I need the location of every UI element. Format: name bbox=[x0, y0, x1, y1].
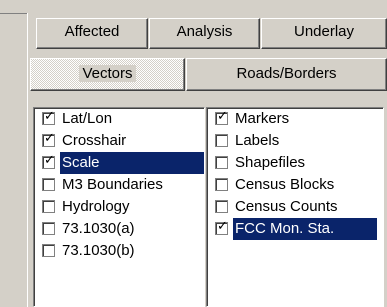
tab-roads-borders[interactable]: Roads/Borders bbox=[186, 58, 387, 91]
check-mark-icon: ✓ bbox=[44, 131, 55, 146]
list-item-markers[interactable]: ✓ Markers bbox=[209, 108, 383, 130]
shapefiles-checkbox[interactable] bbox=[215, 156, 228, 169]
list-item-fcc-mon-sta[interactable]: ✓ FCC Mon. Sta. bbox=[209, 218, 383, 240]
markers-checkbox[interactable]: ✓ bbox=[215, 109, 228, 125]
list-item-label: Census Blocks bbox=[235, 176, 335, 193]
list-item-label: 73.1030(b) bbox=[62, 242, 135, 259]
list-item-hydrology[interactable]: Hydrology bbox=[36, 196, 204, 218]
list-item-lat-lon[interactable]: ✓ Lat/Lon bbox=[36, 108, 204, 130]
list-item-label: Scale bbox=[60, 152, 204, 174]
list-item-label: Lat/Lon bbox=[62, 110, 113, 127]
tab-underlay[interactable]: Underlay bbox=[261, 18, 387, 49]
hydrology-checkbox[interactable] bbox=[42, 200, 55, 213]
fcc-mon-sta-checkbox[interactable]: ✓ bbox=[215, 219, 228, 235]
labels-checkbox[interactable] bbox=[215, 134, 228, 147]
census-blocks-checkbox[interactable] bbox=[215, 178, 228, 191]
list-item-73-1030-a[interactable]: 73.1030(a) bbox=[36, 218, 204, 240]
scale-checkbox[interactable]: ✓ bbox=[42, 153, 55, 169]
vector-layers-list-right[interactable]: ✓ Markers Labels Shapefiles Census Block… bbox=[206, 107, 384, 307]
list-item-shapefiles[interactable]: Shapefiles bbox=[209, 152, 383, 174]
list-item-label: FCC Mon. Sta. bbox=[233, 218, 377, 240]
m3-boundaries-checkbox[interactable] bbox=[42, 178, 55, 191]
tab-analysis[interactable]: Analysis bbox=[149, 18, 260, 49]
list-item-label: 73.1030(a) bbox=[62, 220, 135, 237]
73-1030-a-checkbox[interactable] bbox=[42, 222, 55, 235]
tab-vectors[interactable]: Vectors bbox=[30, 58, 185, 91]
list-item-m3-boundaries[interactable]: M3 Boundaries bbox=[36, 174, 204, 196]
list-item-label: M3 Boundaries bbox=[62, 176, 163, 193]
check-mark-icon: ✓ bbox=[217, 219, 228, 234]
tab-underlay-label: Underlay bbox=[293, 23, 355, 40]
check-mark-icon: ✓ bbox=[44, 109, 55, 124]
tab-affected-label: Affected bbox=[64, 23, 120, 40]
tab-vectors-label: Vectors bbox=[79, 65, 136, 82]
list-item-label: Markers bbox=[235, 110, 290, 127]
lat-lon-checkbox[interactable]: ✓ bbox=[42, 109, 55, 125]
crosshair-checkbox[interactable]: ✓ bbox=[42, 131, 55, 147]
tab-affected[interactable]: Affected bbox=[36, 18, 148, 49]
list-item-labels[interactable]: Labels bbox=[209, 130, 383, 152]
window-top-edge bbox=[0, 0, 387, 14]
list-item-73-1030-b[interactable]: 73.1030(b) bbox=[36, 240, 204, 262]
list-item-census-counts[interactable]: Census Counts bbox=[209, 196, 383, 218]
list-item-label: Crosshair bbox=[62, 132, 127, 149]
census-counts-checkbox[interactable] bbox=[215, 200, 228, 213]
list-item-label: Labels bbox=[235, 132, 280, 149]
list-item-crosshair[interactable]: ✓ Crosshair bbox=[36, 130, 204, 152]
list-item-scale[interactable]: ✓ Scale bbox=[36, 152, 204, 174]
check-mark-icon: ✓ bbox=[44, 153, 55, 168]
list-item-census-blocks[interactable]: Census Blocks bbox=[209, 174, 383, 196]
vector-layers-list-left[interactable]: ✓ Lat/Lon ✓ Crosshair ✓ Scale M3 Boundar… bbox=[33, 107, 205, 307]
tab-analysis-label: Analysis bbox=[176, 23, 233, 40]
73-1030-b-checkbox[interactable] bbox=[42, 244, 55, 257]
list-item-label: Census Counts bbox=[235, 198, 338, 215]
check-mark-icon: ✓ bbox=[217, 109, 228, 124]
tab-roads-borders-label: Roads/Borders bbox=[236, 65, 337, 82]
list-item-label: Shapefiles bbox=[235, 154, 306, 171]
list-item-label: Hydrology bbox=[62, 198, 130, 215]
